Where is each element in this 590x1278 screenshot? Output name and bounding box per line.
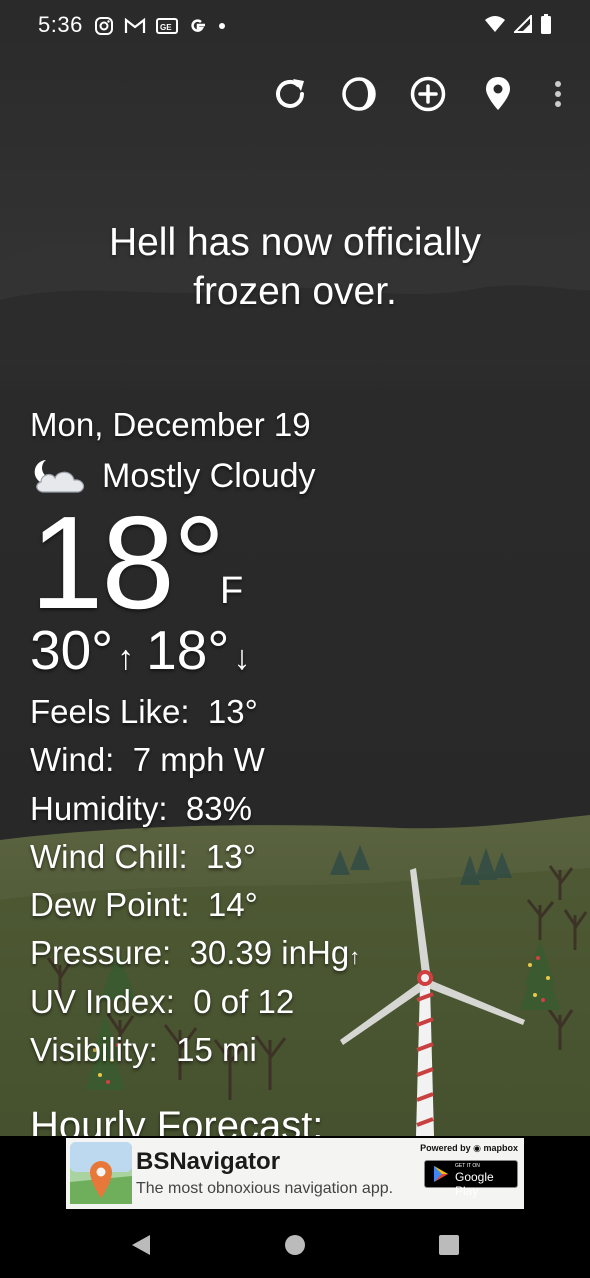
moon-phase-icon (342, 77, 376, 111)
detail-humidity: Humidity: 83% (30, 785, 360, 833)
detail-label: Visibility: (30, 1031, 158, 1069)
back-button[interactable] (126, 1230, 156, 1260)
wifi-icon (485, 16, 505, 32)
detail-wind: Wind: 7 mph W (30, 736, 360, 784)
detail-label: Humidity: (30, 789, 168, 827)
recents-icon (439, 1235, 459, 1255)
google-icon (191, 19, 205, 32)
detail-label: Feels Like: (30, 693, 190, 730)
home-icon (285, 1235, 305, 1255)
high-low-temps: 30° ↑ 18° ↓ (30, 618, 262, 690)
detail-dew-point: Dew Point: 14° (30, 881, 360, 929)
location-pin-icon (486, 77, 510, 110)
headline: Hell has now officially frozen over. (0, 218, 590, 316)
refresh-icon (276, 79, 304, 108)
ad-title: BSNavigator (136, 1148, 281, 1175)
ad-powered-by: Powered by ◉ mapbox (420, 1143, 518, 1154)
status-bar: 5:36 GE (0, 0, 590, 52)
google-play-badge[interactable]: GET IT ON Google Play (424, 1160, 518, 1198)
cell-signal-icon (514, 15, 532, 33)
low-arrow-icon: ↓ (233, 639, 251, 677)
detail-value: 83% (185, 789, 252, 827)
instagram-icon (95, 17, 113, 35)
detail-uv-index: UV Index: 0 of 12 (30, 978, 360, 1026)
detail-label: Dew Point: (30, 886, 190, 924)
weather-details: Feels Like: 13° Wind: 7 mph W Humidity: … (30, 688, 360, 1074)
add-location-button[interactable] (408, 74, 448, 114)
detail-wind-chill: Wind Chill: 13° (30, 833, 360, 881)
detail-value: 30.39 inHg (189, 934, 350, 972)
system-icons (484, 14, 552, 34)
forecast-date: Mon, December 19 (30, 406, 311, 443)
detail-value: 13° (207, 693, 258, 730)
location-button[interactable] (478, 74, 518, 114)
ad-subtitle: The most obnoxious navigation app. (136, 1180, 394, 1197)
headline-line-2: frozen over. (193, 270, 397, 313)
detail-label: Pressure: (30, 934, 172, 972)
detail-pressure: Pressure: 30.39 inHg↑ (30, 929, 360, 977)
detail-label: Wind: (30, 741, 115, 779)
news-icon: GE (156, 18, 178, 34)
system-nav-bar (0, 1214, 590, 1278)
detail-value: 14° (207, 886, 258, 924)
status-time: 5:36 (38, 12, 83, 37)
app-logo-icon (70, 1142, 132, 1204)
low-temp: 18° (146, 619, 230, 681)
battery-icon (541, 14, 551, 34)
badge-big-text: Google Play (455, 1170, 494, 1198)
headline-line-1: Hell has now officially (108, 221, 482, 264)
powered-by-label: Powered by (420, 1143, 471, 1153)
overflow-menu-icon (555, 81, 561, 107)
temperature-unit: F (220, 570, 244, 612)
badge-small-text: GET IT ON (455, 1163, 480, 1169)
moon-phase-button[interactable] (339, 74, 379, 114)
notification-icons: GE (94, 14, 226, 38)
pressure-trend-up-icon: ↑ (349, 944, 361, 970)
detail-value: 0 of 12 (193, 982, 295, 1020)
high-temp: 30° (30, 619, 114, 681)
high-arrow-icon: ↑ (117, 639, 135, 677)
current-temperature: 18° (30, 489, 226, 636)
ad-banner[interactable]: BSNavigator The most obnoxious navigatio… (66, 1138, 524, 1209)
powered-by-brand: mapbox (483, 1143, 518, 1153)
refresh-button[interactable] (270, 74, 310, 114)
gmail-icon (124, 17, 146, 33)
detail-value: 13° (206, 837, 256, 875)
play-store-icon (434, 1166, 448, 1182)
dot-icon (219, 23, 225, 29)
recents-button[interactable] (434, 1230, 464, 1260)
back-icon (132, 1235, 150, 1255)
detail-value: 7 mph W (132, 741, 265, 779)
detail-visibility: Visibility: 15 mi (30, 1026, 360, 1074)
detail-feels-like: Feels Like: 13° (30, 688, 360, 736)
detail-label: Wind Chill: (30, 837, 188, 875)
overflow-menu-button[interactable] (538, 74, 578, 114)
detail-value: 15 mi (176, 1031, 257, 1069)
home-button[interactable] (280, 1230, 310, 1260)
mapbox-icon: ◉ (473, 1143, 481, 1153)
detail-label: UV Index: (30, 982, 175, 1020)
svg-text:GE: GE (160, 23, 172, 32)
add-location-icon (410, 76, 446, 112)
